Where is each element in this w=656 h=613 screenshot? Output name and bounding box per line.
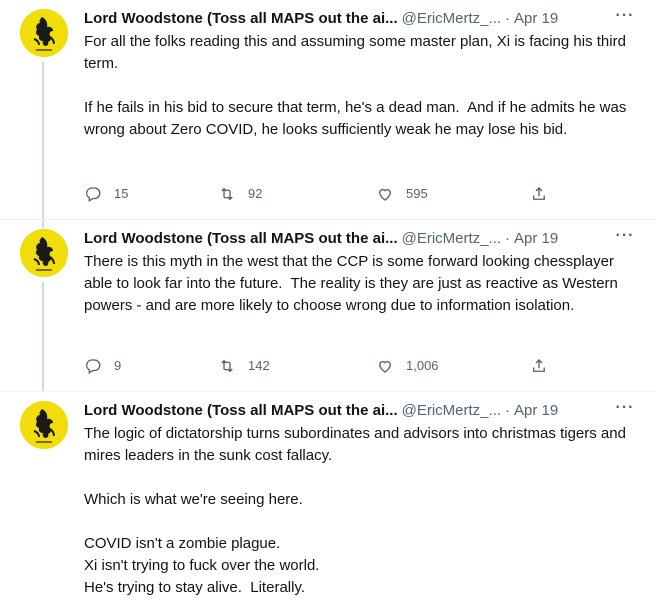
reply-button[interactable]: 15 [84, 184, 128, 204]
tweet-header: Lord Woodstone (Toss all MAPS out the ai… [84, 8, 636, 29]
avatar[interactable] [20, 9, 68, 57]
author-handle[interactable]: @EricMertz_... [402, 10, 501, 27]
avatar[interactable] [20, 401, 68, 449]
more-icon[interactable]: ··· [614, 400, 636, 421]
like-icon [379, 188, 391, 201]
separator: · [505, 230, 511, 247]
timestamp[interactable]: Apr 19 [514, 10, 558, 27]
separator: · [505, 10, 511, 27]
like-count: 1,006 [406, 358, 439, 373]
author-name[interactable]: Lord Woodstone (Toss all MAPS out the ai… [84, 10, 398, 27]
reply-count: 9 [114, 358, 122, 373]
timestamp[interactable]: Apr 19 [514, 402, 558, 419]
avatar[interactable] [20, 229, 68, 277]
separator: · [505, 402, 511, 419]
reply-icon [86, 187, 101, 202]
tweet-actions: 9 142 1,006 [84, 356, 554, 376]
tweet-header: Lord Woodstone (Toss all MAPS out the ai… [84, 228, 636, 249]
more-icon[interactable]: ··· [614, 228, 636, 249]
share-icon [533, 187, 545, 200]
tweet-3[interactable]: Lord Woodstone (Toss all MAPS out the ai… [0, 392, 656, 613]
like-button[interactable]: 595 [376, 184, 428, 204]
retweet-button[interactable]: 92 [218, 184, 262, 204]
author-handle[interactable]: @EricMertz_... [402, 230, 501, 247]
reply-button[interactable]: 9 [84, 356, 121, 376]
share-button[interactable] [530, 184, 548, 204]
retweet-icon [221, 187, 233, 201]
tweet-text: The logic of dictatorship turns subordin… [84, 425, 626, 596]
tweet-text: There is this myth in the west that the … [84, 253, 623, 314]
author-handle[interactable]: @EricMertz_... [402, 402, 501, 419]
tweet-header: Lord Woodstone (Toss all MAPS out the ai… [84, 400, 636, 421]
avatar-image [20, 229, 68, 277]
avatar-image [20, 9, 68, 57]
author-name[interactable]: Lord Woodstone (Toss all MAPS out the ai… [84, 402, 398, 419]
more-icon[interactable]: ··· [614, 8, 636, 29]
tweet-2[interactable]: Lord Woodstone (Toss all MAPS out the ai… [0, 220, 656, 392]
share-button[interactable] [530, 356, 548, 376]
share-icon [533, 359, 545, 372]
retweet-count: 142 [248, 358, 270, 373]
like-button[interactable]: 1,006 [376, 356, 439, 376]
tweet-actions: 15 92 595 [84, 184, 554, 204]
reply-count: 15 [114, 186, 129, 201]
tweet-text: For all the folks reading this and assum… [84, 33, 627, 138]
avatar-image [20, 401, 68, 449]
retweet-button[interactable]: 142 [218, 356, 270, 376]
timestamp[interactable]: Apr 19 [514, 230, 558, 247]
like-icon [379, 360, 391, 373]
author-name[interactable]: Lord Woodstone (Toss all MAPS out the ai… [84, 230, 398, 247]
retweet-icon [221, 359, 233, 373]
reply-icon [86, 359, 101, 374]
retweet-count: 92 [248, 186, 263, 201]
tweet-1[interactable]: Lord Woodstone (Toss all MAPS out the ai… [0, 0, 656, 220]
like-count: 595 [406, 186, 428, 201]
